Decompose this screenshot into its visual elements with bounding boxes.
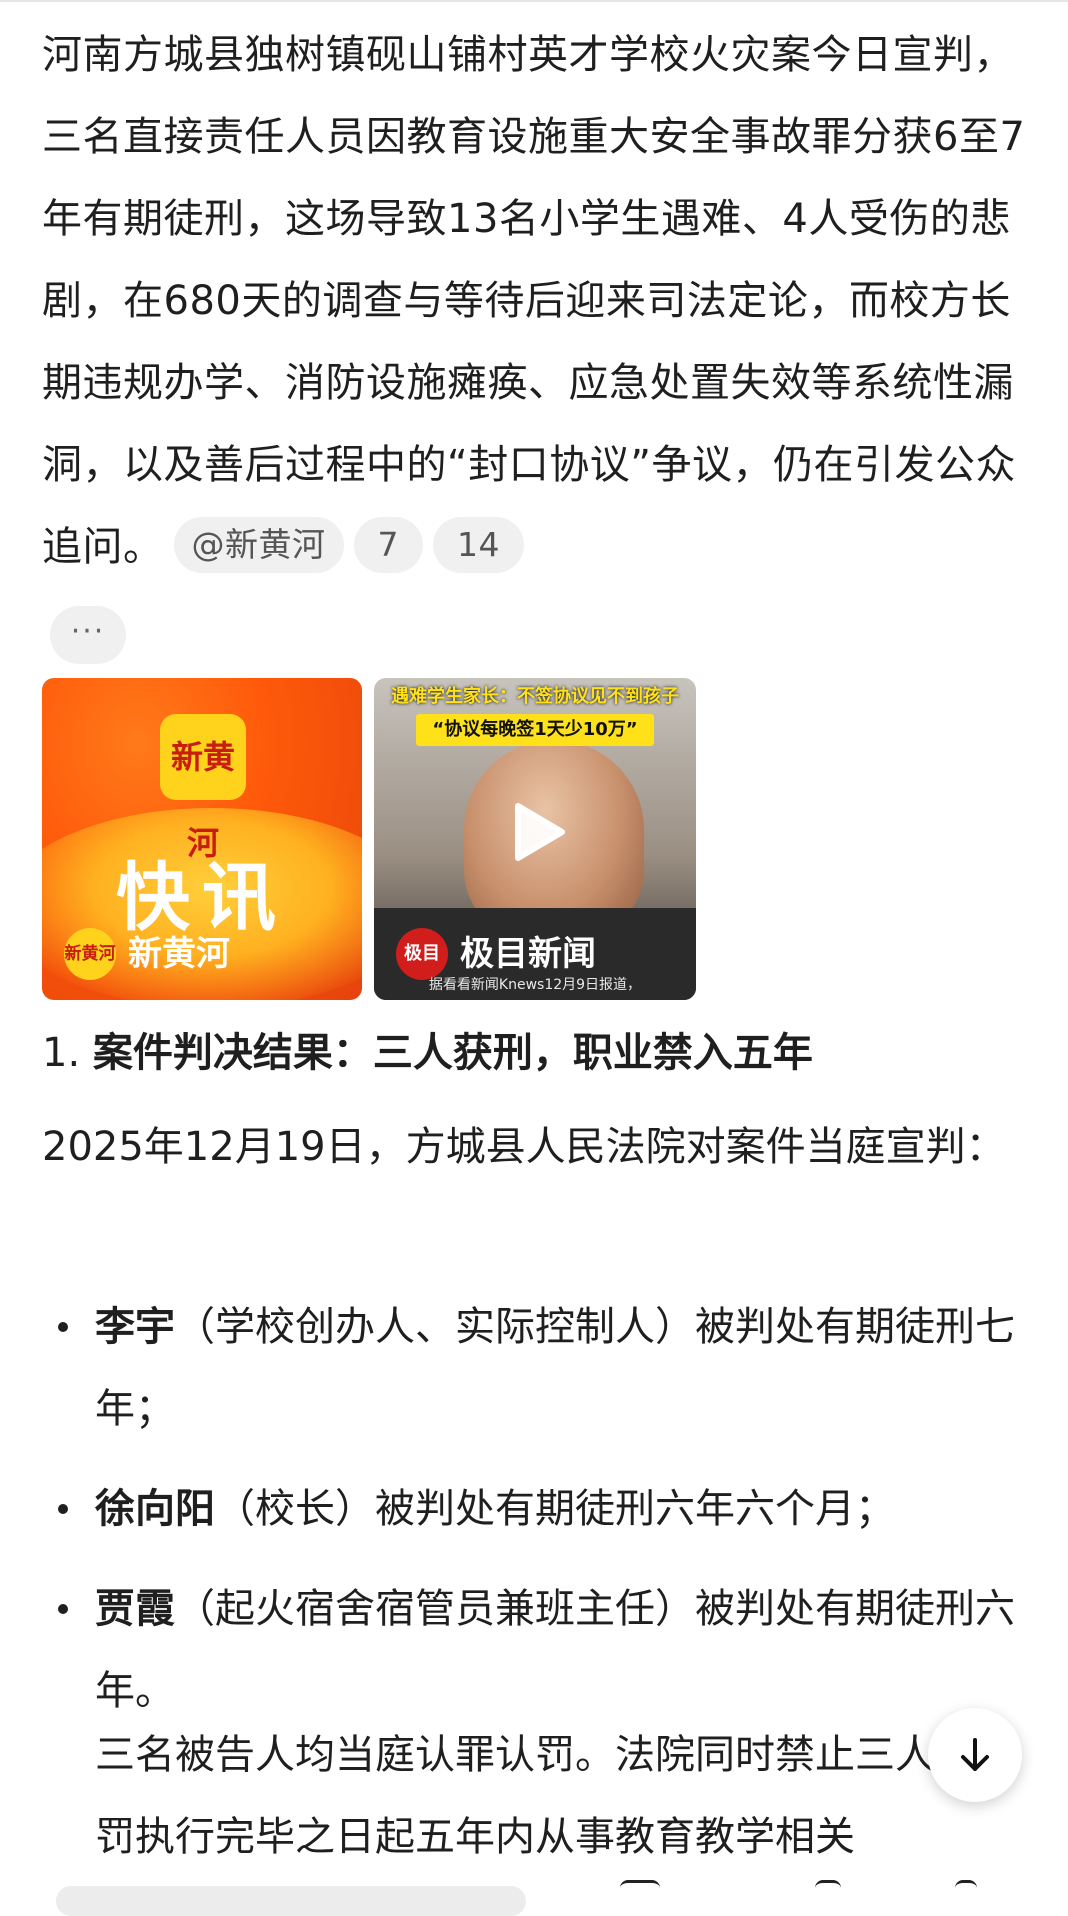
section-number: 1. (42, 1030, 81, 1076)
verdict-text: （校长）被判处有期徒刑六年六个月； (215, 1486, 895, 1532)
list-item: 李宇（学校创办人、实际控制人）被判处有期徒刑七年； (42, 1286, 1032, 1450)
section-lead: 2025年12月19日，方城县人民法院对案件当庭宣判： (42, 1124, 1006, 1170)
verdict-text: （起火宿舍宿管员兼班主任）被判处有期徒刑六年。 (95, 1586, 1015, 1714)
source-name: 极目新闻 (460, 934, 596, 974)
source-chip[interactable]: @新黄河 (173, 517, 344, 573)
verdict-note: 三名被告人均当庭认罪认罚。法院同时禁止三人自刑罚执行完毕之日起五年内从事教育教学… (95, 1732, 1015, 1860)
section-title: 案件判决结果：三人获刑，职业禁入五年 (92, 1030, 813, 1076)
answer-intro: 河南方城县独树镇砚山铺村英才学校火灾案今日宣判，三名直接责任人员因教育设施重大安… (42, 14, 1032, 664)
section-heading: 1. 案件判决结果：三人获刑，职业禁入五年 (42, 1020, 813, 1086)
reference-chip-14[interactable]: 14 (433, 517, 524, 573)
bullet (58, 1322, 68, 1332)
source-name: 新黄河 (128, 934, 230, 974)
more-references-button[interactable]: ··· (50, 606, 126, 664)
play-icon[interactable] (500, 798, 568, 866)
list-item: 徐向阳（校长）被判处有期徒刑六年六个月； (42, 1468, 1032, 1550)
source-logo-icon: 极目 (396, 928, 448, 980)
video-caption-quote: “协议每晚签1天少10万” (416, 714, 654, 746)
bottom-toolbar (0, 1876, 1068, 1916)
verdict-list: 李宇（学校创办人、实际控制人）被判处有期徒刑七年； 徐向阳（校长）被判处有期徒刑… (42, 1286, 1032, 1750)
scroll-to-bottom-button[interactable] (928, 1708, 1022, 1802)
video-caption-top: 遇难学生家长：不签协议见不到孩子 (391, 686, 679, 707)
defendant-name: 贾霞 (95, 1586, 175, 1632)
xinhuanghe-logo: 新黄河 (160, 714, 246, 862)
source-logo-icon: 新黄河 (64, 928, 116, 980)
bullet (58, 1604, 68, 1614)
reference-chip-7[interactable]: 7 (353, 517, 423, 573)
video-footnote: 据看看新闻Knews12月9日报道， (428, 977, 642, 993)
news-card-xinhuanghe[interactable]: 新黄河 快讯 新黄河 新黄河 (42, 678, 362, 1000)
defendant-name: 徐向阳 (95, 1486, 215, 1532)
defendant-name: 李宇 (95, 1304, 175, 1350)
list-item: 贾霞（起火宿舍宿管员兼班主任）被判处有期徒刑六年。 (42, 1568, 1032, 1732)
arrow-down-icon (961, 1738, 989, 1771)
verdict-text: （学校创办人、实际控制人）被判处有期徒刑七年； (95, 1304, 1015, 1432)
bullet (58, 1504, 68, 1514)
video-card-jimu[interactable]: 遇难学生家长：不签协议见不到孩子 “协议每晚签1天少10万” 极目 极目新闻 据… (374, 678, 696, 1000)
input-bar[interactable] (56, 1886, 526, 1916)
intro-paragraph: 河南方城县独树镇砚山铺村英才学校火灾案今日宣判，三名直接责任人员因教育设施重大安… (42, 32, 1026, 570)
top-divider (0, 0, 1068, 2)
